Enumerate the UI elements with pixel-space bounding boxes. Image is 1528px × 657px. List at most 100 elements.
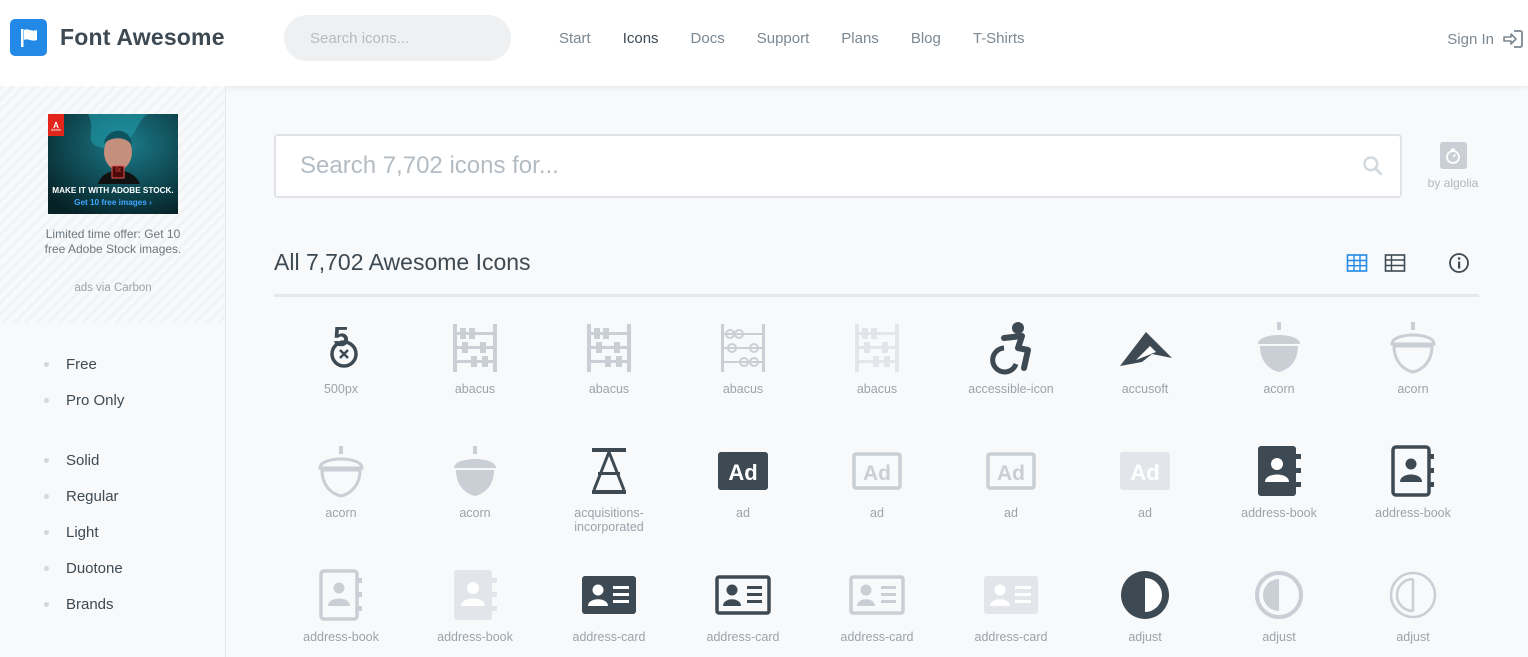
icon-search[interactable] — [274, 134, 1402, 198]
icon-tile[interactable]: acorn — [1212, 318, 1346, 428]
nav-support[interactable]: Support — [757, 30, 810, 47]
sign-in-icon — [1503, 30, 1523, 48]
top-search[interactable] — [284, 15, 511, 61]
icon-tile[interactable]: address-book — [1346, 442, 1480, 552]
address-book-outline-icon — [319, 569, 362, 621]
icon-tile[interactable]: accusoft — [1078, 318, 1212, 428]
carbon-ad: A Adobe St MAKE IT WITH ADOBE STOCK. Get… — [0, 86, 225, 323]
icon-tile[interactable]: adjust — [1212, 566, 1346, 657]
filter-label: Brands — [66, 595, 114, 613]
filter-label: Regular — [66, 487, 119, 505]
icon-tile[interactable]: acorn — [1346, 318, 1480, 428]
bullet-icon — [44, 397, 49, 403]
address-book-solid-icon — [454, 570, 497, 620]
adjust-solid-icon — [1121, 571, 1169, 619]
ad-product-mark: St — [115, 168, 121, 174]
icon-tile[interactable]: address-book — [1212, 442, 1346, 552]
filter-label: Solid — [66, 451, 100, 469]
icon-tile[interactable]: address-card — [810, 566, 944, 657]
icon-tile[interactable]: address-book — [274, 566, 408, 657]
view-toggles — [1346, 252, 1422, 274]
search-icon[interactable] — [1362, 155, 1384, 177]
top-search-input[interactable] — [310, 29, 509, 47]
icon-tile[interactable]: Ad ad — [810, 442, 944, 552]
icon-tile[interactable]: address-card — [944, 566, 1078, 657]
icon-label: acorn — [1397, 382, 1429, 396]
nav-docs[interactable]: Docs — [691, 30, 725, 47]
filter-regular[interactable]: Regular — [44, 478, 123, 514]
accessible-icon — [990, 322, 1031, 375]
stopwatch-icon — [1439, 142, 1467, 169]
address-card-outline-icon — [849, 575, 905, 615]
grid-view-icon[interactable] — [1346, 252, 1368, 274]
icon-tile[interactable]: Ad ad — [676, 442, 810, 552]
icon-tile[interactable]: accessible-icon — [944, 318, 1078, 428]
icon-label: acorn — [459, 506, 491, 520]
brand[interactable]: Font Awesome — [10, 19, 225, 56]
icon-tile[interactable]: acquisitions-incorporated — [542, 442, 676, 552]
nav-plans[interactable]: Plans — [841, 30, 879, 47]
filter-pro-only[interactable]: Pro Only — [44, 382, 124, 418]
icon-grid: 5 500px abacus abacus abacus abacus accessible… — [274, 318, 1484, 657]
icon-tile[interactable]: address-book — [408, 566, 542, 657]
icon-tile[interactable]: 5 500px — [274, 318, 408, 428]
icon-tile[interactable]: acorn — [408, 442, 542, 552]
icon-tile[interactable]: address-card — [542, 566, 676, 657]
icon-tile[interactable]: adjust — [1346, 566, 1480, 657]
icon-tile[interactable]: Ad ad — [1078, 442, 1212, 552]
ad-solid-icon: Ad — [1120, 452, 1170, 490]
address-book-solid-icon — [1258, 446, 1301, 496]
icon-label: adjust — [1262, 630, 1296, 644]
bullet-icon — [44, 565, 49, 571]
filter-light[interactable]: Light — [44, 514, 123, 550]
icon-label: acquisitions-incorporated — [574, 506, 644, 534]
icon-tile[interactable]: abacus — [676, 318, 810, 428]
info-circle-icon[interactable] — [1448, 252, 1470, 274]
svg-text:Ad: Ad — [728, 460, 757, 485]
address-card-outline-icon — [715, 575, 771, 615]
filter-free[interactable]: Free — [44, 346, 124, 382]
algolia-badge[interactable]: by algolia — [1424, 142, 1482, 190]
filter-duotone[interactable]: Duotone — [44, 550, 123, 586]
icon-search-input[interactable] — [300, 152, 1362, 180]
icon-label: abacus — [722, 382, 764, 396]
svg-text:Ad: Ad — [997, 462, 1025, 485]
icon-label: address-book — [437, 630, 513, 644]
ad-via[interactable]: ads via Carbon — [44, 282, 182, 294]
filter-label: Light — [66, 523, 99, 541]
icon-tile[interactable]: abacus — [408, 318, 542, 428]
icon-label: address-card — [572, 630, 646, 644]
nav-icons[interactable]: Icons — [623, 30, 659, 47]
icon-label: acorn — [1263, 382, 1295, 396]
icon-tile[interactable]: abacus — [810, 318, 944, 428]
icon-tile[interactable]: address-card — [676, 566, 810, 657]
sign-in-link[interactable]: Sign In — [1447, 28, 1524, 50]
icon-label: ad — [1138, 506, 1152, 520]
icon-tile[interactable]: acorn — [274, 442, 408, 552]
nav-blog[interactable]: Blog — [911, 30, 941, 47]
algolia-label: by algolia — [1427, 176, 1479, 190]
filter-label: Free — [66, 355, 97, 373]
address-card-solid-icon — [582, 576, 636, 614]
ad-text[interactable]: Limited time offer: Get 10 free Adobe St… — [44, 227, 182, 257]
table-view-icon[interactable] — [1384, 252, 1406, 274]
nav-start[interactable]: Start — [559, 30, 591, 47]
icon-tile[interactable]: abacus — [542, 318, 676, 428]
acquisitions-icon — [592, 448, 626, 494]
icon-tile[interactable]: adjust — [1078, 566, 1212, 657]
filter-solid[interactable]: Solid — [44, 442, 123, 478]
acorn-outline-icon — [318, 446, 364, 498]
icon-label: accessible-icon — [968, 382, 1054, 396]
nav-tshirts[interactable]: T-Shirts — [973, 30, 1025, 47]
flag-icon — [10, 19, 47, 56]
brand-name: Font Awesome — [60, 24, 225, 50]
top-navbar: Font Awesome Start Icons Docs Support Pl… — [0, 0, 1528, 86]
bullet-icon — [44, 493, 49, 499]
icon-label: accusoft — [1121, 382, 1169, 396]
icon-tile[interactable]: Ad ad — [944, 442, 1078, 552]
icon-label: address-card — [706, 630, 780, 644]
ad-image[interactable]: A Adobe St MAKE IT WITH ADOBE STOCK. Get… — [48, 114, 178, 214]
abacus-icon — [855, 324, 899, 372]
filter-brands[interactable]: Brands — [44, 586, 123, 622]
icon-label: abacus — [454, 382, 496, 396]
